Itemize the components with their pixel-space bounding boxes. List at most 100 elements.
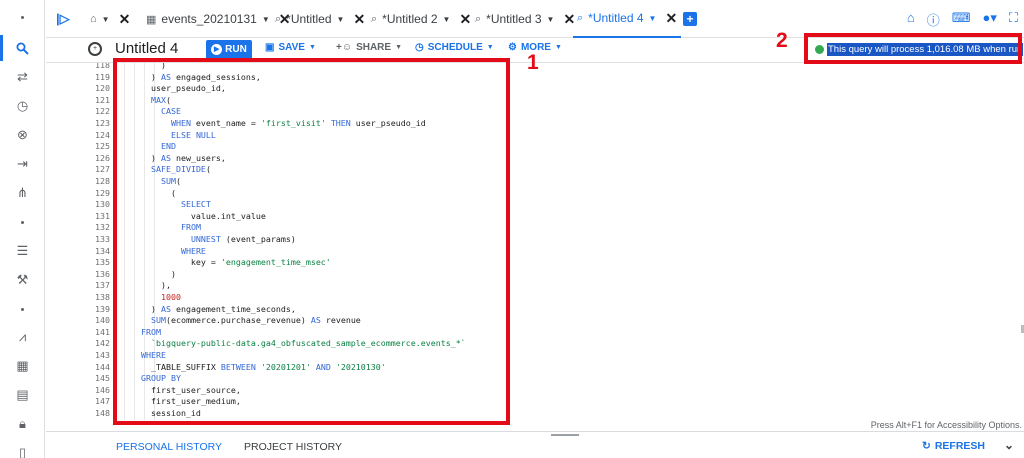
line-number: 137 [95, 280, 110, 291]
line-number: 138 [95, 292, 110, 302]
close-icon[interactable]: ✕ [665, 10, 677, 27]
line-number: 120 [95, 83, 110, 94]
save-button[interactable]: ▣ SAVE ▼ [265, 42, 316, 53]
close-icon[interactable]: ✕ [459, 11, 471, 28]
tab-label: events_20210131 [161, 12, 257, 26]
search-icon[interactable] [0, 33, 45, 63]
line-number: 121 [95, 94, 110, 105]
line-number: 146 [95, 384, 110, 395]
dot-icon [0, 294, 45, 324]
chevron-down-icon: ▼ [554, 44, 562, 51]
tab-label: *Untitled 2 [382, 12, 438, 26]
history-icon[interactable]: ◷ [0, 91, 45, 121]
list-icon[interactable]: ☰ [0, 236, 45, 266]
line-number: 124 [95, 129, 110, 140]
doc-icon[interactable]: ▯ [0, 438, 45, 458]
line-number: 118 [95, 63, 110, 70]
table-icon: ▦ [146, 13, 157, 26]
chevron-down-icon: ▼ [486, 44, 494, 51]
analytics-hub-icon[interactable]: ⊗ [0, 120, 45, 150]
wrench-icon[interactable]: ⚒ [0, 265, 45, 295]
line-number: 141 [95, 326, 110, 337]
fullscreen-icon[interactable]: ⛶ [1009, 10, 1018, 29]
query-icon: ⌕ [275, 12, 282, 25]
line-number: 133 [95, 234, 110, 244]
top-right-actions: ⌂ ⓘ ⌨ ●▾ ⛶ [907, 10, 1018, 29]
history-panel-bar: PERSONAL HISTORY PROJECT HISTORY ↻ REFRE… [46, 431, 1024, 458]
dashboard-icon[interactable]: ▦ [0, 351, 45, 381]
tab-query[interactable]: ⌕ *Untitled ▼ ✕ [271, 0, 369, 38]
resize-handle[interactable] [551, 434, 579, 436]
line-number: 144 [95, 361, 110, 372]
line-number: 125 [95, 141, 110, 152]
line-number: 123 [95, 118, 110, 128]
add-tab-button[interactable]: + [683, 12, 697, 26]
tab-query-active[interactable]: ⌕ *Untitled 4 ▼ ✕ [573, 0, 682, 38]
accessibility-hint: Press Alt+F1 for Accessibility Options. [870, 420, 1022, 430]
line-number: 140 [95, 315, 110, 326]
annotation-number: 2 [776, 29, 788, 52]
bigquery-console: ⇄ ◷ ⊗ ⇥ ⋔ ☰ ⚒ ⩘ ▦ ▤ 🔒︎ ▯ |▷ ⌂ ▼ ✕ ▦ even… [0, 0, 1024, 458]
close-icon[interactable]: ✕ [353, 11, 365, 28]
line-number: 134 [95, 245, 110, 256]
transfer-icon[interactable]: ⇄ [0, 62, 45, 92]
add-person-icon: +☺ [336, 42, 353, 53]
chart-icon[interactable]: ⩘ [0, 322, 45, 352]
keyboard-icon[interactable]: ⌨ [952, 10, 971, 29]
share-button[interactable]: +☺ SHARE ▼ [336, 42, 402, 53]
chevron-down-icon[interactable]: ▼ [547, 15, 555, 24]
chevron-down-icon[interactable]: ▼ [337, 15, 345, 24]
query-icon: ⌕ [577, 11, 584, 24]
line-number: 135 [95, 257, 110, 268]
tab-home[interactable]: ⌂ ▼ ✕ [86, 0, 134, 38]
tab-label: *Untitled 4 [588, 11, 644, 25]
save-icon: ▣ [265, 42, 275, 53]
home-icon[interactable]: ⌂ [907, 10, 915, 29]
schema-icon[interactable]: ⋔ [0, 178, 45, 208]
line-number: 147 [95, 396, 110, 407]
line-number: 143 [95, 350, 110, 360]
run-button[interactable]: ▶ RUN [206, 40, 252, 59]
schedule-button[interactable]: ◷ SCHEDULE ▼ [415, 42, 494, 53]
table-icon[interactable]: ▤ [0, 380, 45, 410]
line-number: 139 [95, 303, 110, 314]
query-icon: ⌕ [371, 12, 378, 25]
chevron-down-icon[interactable]: ⌄ [1004, 438, 1014, 452]
save-label: SAVE [278, 42, 305, 53]
chevron-down-icon[interactable]: ▼ [443, 15, 451, 24]
schedule-label: SCHEDULE [427, 42, 483, 53]
lock-icon[interactable]: 🔒︎ [0, 409, 45, 439]
chevron-down-icon[interactable]: ▼ [262, 15, 270, 24]
line-number: 126 [95, 152, 110, 163]
dot-icon [0, 2, 45, 32]
line-number: 132 [95, 222, 110, 233]
dataflow-icon[interactable]: ⇥ [0, 149, 45, 179]
chevron-down-icon[interactable]: ▼ [649, 14, 657, 23]
refresh-button[interactable]: ↻ REFRESH [922, 440, 985, 452]
annotation-number: 1 [527, 51, 539, 74]
clock-icon: ◷ [415, 42, 424, 53]
tab-label: *Untitled [286, 12, 332, 26]
tab-personal-history[interactable]: PERSONAL HISTORY [116, 441, 222, 453]
chevron-down-icon: ▼ [395, 44, 403, 51]
close-icon[interactable]: ✕ [119, 11, 131, 28]
home-icon: ⌂ [90, 13, 97, 25]
chevron-down-icon[interactable]: ▼ [102, 15, 110, 24]
play-icon: ▶ [211, 44, 223, 55]
tab-query[interactable]: ⌕ *Untitled 3 ▼ ✕ [471, 0, 579, 38]
annotation-box-status [804, 33, 1022, 64]
annotation-box-editor [113, 58, 510, 425]
line-number: 128 [95, 176, 110, 186]
line-number: 122 [95, 106, 110, 117]
left-nav-rail: ⇄ ◷ ⊗ ⇥ ⋔ ☰ ⚒ ⩘ ▦ ▤ 🔒︎ ▯ [0, 0, 45, 458]
info-icon[interactable]: ⓘ [927, 10, 940, 29]
tab-project-history[interactable]: PROJECT HISTORY [244, 441, 342, 453]
line-number: 136 [95, 268, 110, 279]
tab-query[interactable]: ⌕ *Untitled 2 ▼ ✕ [367, 0, 475, 38]
page-title: Untitled 4 [115, 40, 179, 57]
collapse-panel-icon[interactable]: |▷ [56, 11, 70, 27]
run-label: RUN [225, 44, 247, 55]
lightbulb-icon[interactable]: ●▾ [983, 10, 997, 29]
query-logo-icon: + [88, 42, 102, 56]
tab-label: *Untitled 3 [486, 12, 542, 26]
